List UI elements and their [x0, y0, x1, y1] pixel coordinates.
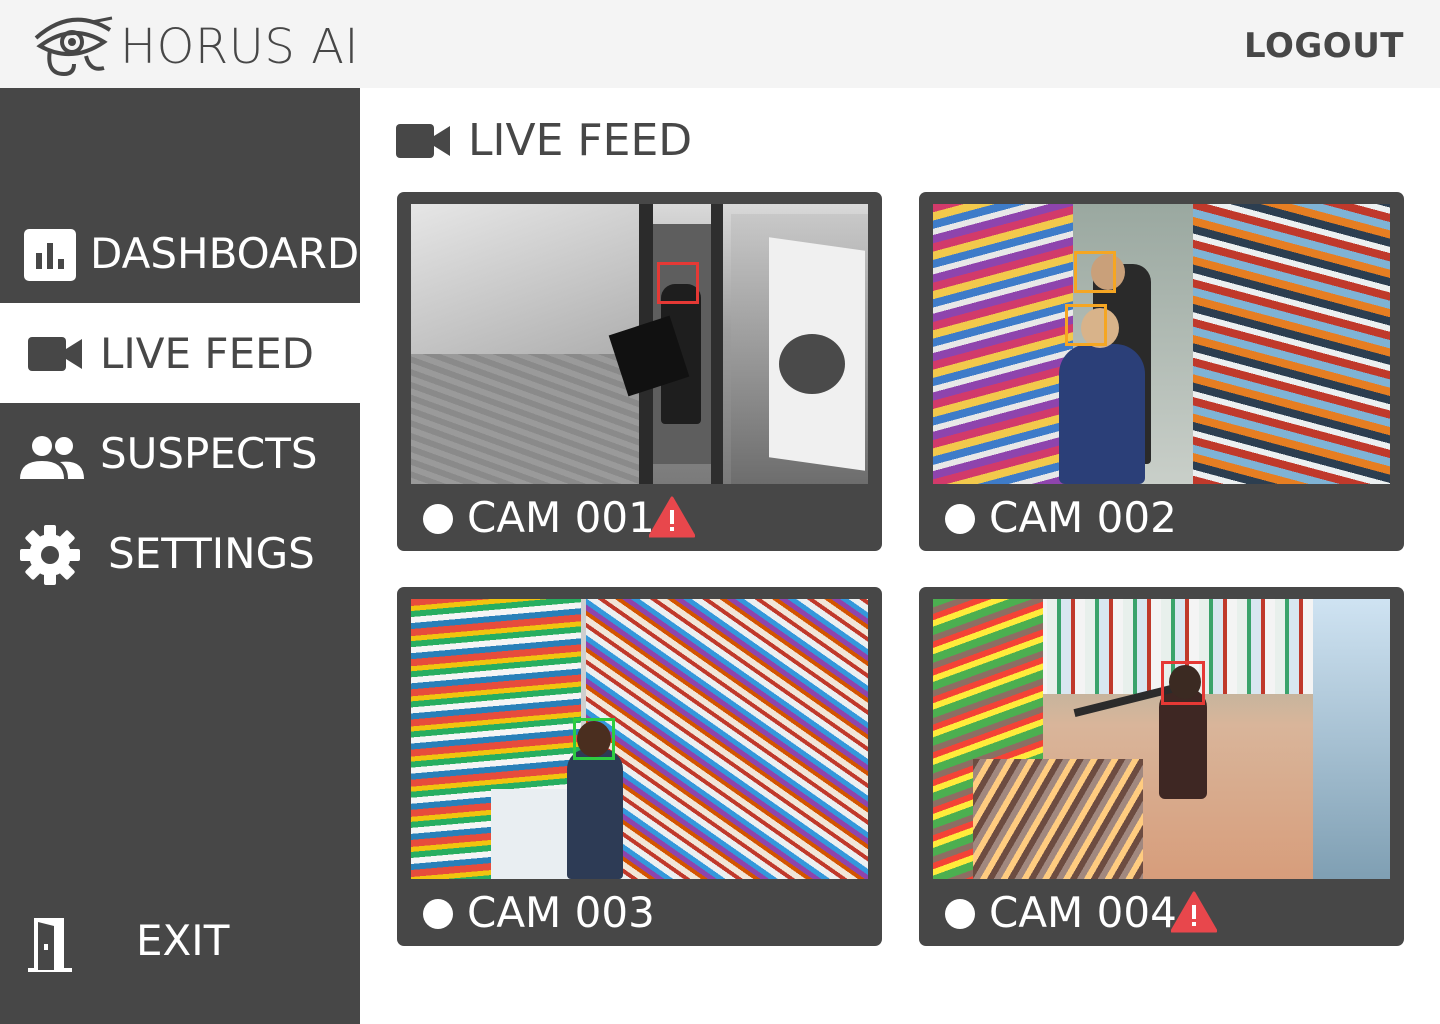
exit-label: EXIT [136, 916, 230, 965]
app-title: HORUS AI [120, 19, 360, 75]
eye-of-horus-logo-icon [34, 16, 113, 77]
exit-door-icon [28, 918, 72, 972]
camera-tile-002[interactable]: CAM 002 [919, 192, 1404, 551]
video-camera-icon [28, 337, 82, 371]
sidebar: DASHBOARD LIVE FEED SUSPECTS SETTINGS EX… [0, 88, 360, 1024]
camera-label: CAM 003 [467, 888, 655, 937]
warning-icon [1171, 891, 1217, 933]
detection-box [1065, 304, 1107, 346]
sidebar-item-label: SUSPECTS [100, 429, 318, 478]
video-camera-icon [396, 124, 450, 158]
camera-feed-003 [411, 599, 868, 879]
camera-feed-002 [933, 204, 1390, 484]
warning-icon [649, 496, 695, 538]
status-dot-icon [945, 899, 975, 929]
sidebar-item-dashboard[interactable]: DASHBOARD [0, 203, 360, 303]
detection-box [573, 718, 615, 760]
detection-box [657, 262, 699, 304]
sidebar-item-suspects[interactable]: SUSPECTS [0, 403, 360, 503]
exit-button[interactable]: EXIT [0, 890, 360, 990]
camera-tile-004[interactable]: CAM 004 [919, 587, 1404, 946]
camera-label: CAM 001 [467, 493, 655, 542]
bar-chart-icon [24, 229, 76, 281]
sidebar-item-live-feed[interactable]: LIVE FEED [0, 303, 360, 403]
logout-button[interactable]: LOGOUT [1244, 24, 1404, 68]
page-title: LIVE FEED [468, 115, 693, 166]
camera-tile-003[interactable]: CAM 003 [397, 587, 882, 946]
camera-label: CAM 004 [989, 888, 1177, 937]
status-dot-icon [423, 899, 453, 929]
camera-feed-004 [933, 599, 1390, 879]
camera-feed-001 [411, 204, 868, 484]
detection-box [1161, 661, 1205, 705]
gear-icon [20, 525, 80, 585]
status-dot-icon [423, 504, 453, 534]
sidebar-item-label: LIVE FEED [100, 329, 314, 378]
status-dot-icon [945, 504, 975, 534]
sidebar-item-label: SETTINGS [108, 529, 315, 578]
sidebar-item-settings[interactable]: SETTINGS [0, 503, 360, 603]
people-icon [20, 436, 84, 479]
camera-tile-001[interactable]: CAM 001 [397, 192, 882, 551]
sidebar-item-label: DASHBOARD [90, 229, 360, 278]
top-bar: HORUS AI LOGOUT [0, 0, 1440, 88]
detection-box [1074, 251, 1116, 293]
camera-label: CAM 002 [989, 493, 1177, 542]
